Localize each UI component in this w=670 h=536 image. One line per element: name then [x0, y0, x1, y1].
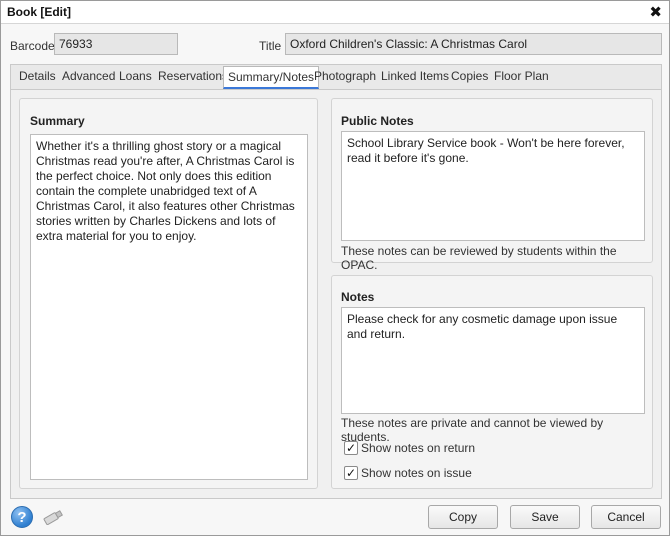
show-on-issue-label: Show notes on issue	[361, 466, 472, 480]
tab-advanced[interactable]: Advanced	[62, 69, 115, 83]
tab-content-summary-notes: Summary Whether it's a thrilling ghost s…	[10, 89, 662, 499]
title-field[interactable]: Oxford Children's Classic: A Christmas C…	[285, 33, 662, 55]
summary-group: Summary Whether it's a thrilling ghost s…	[19, 98, 318, 489]
usb-drive-icon[interactable]	[41, 509, 65, 525]
public-notes-hint: These notes can be reviewed by students …	[341, 244, 617, 272]
question-circle-icon[interactable]: ?	[11, 506, 33, 528]
tab-reservations[interactable]: Reservations	[158, 69, 228, 83]
notes-group: Notes Please check for any cosmetic dama…	[331, 275, 653, 489]
copy-button[interactable]: Copy	[428, 505, 498, 529]
close-icon[interactable]: ✖	[649, 3, 662, 21]
tab-copies[interactable]: Copies	[451, 69, 488, 83]
tab-strip: Details Advanced Loans Reservations Summ…	[10, 64, 662, 89]
public-notes-title: Public Notes	[341, 114, 414, 128]
notes-hint: These notes are private and cannot be vi…	[341, 416, 604, 444]
cancel-button[interactable]: Cancel	[591, 505, 661, 529]
barcode-label: Barcode	[10, 39, 55, 53]
barcode-field[interactable]: 76933	[54, 33, 178, 55]
show-on-return-label: Show notes on return	[361, 441, 476, 455]
summary-title: Summary	[30, 114, 85, 128]
save-button[interactable]: Save	[510, 505, 580, 529]
title-label: Title	[259, 39, 282, 53]
title-bar: Book [Edit] ✖	[1, 1, 669, 24]
tab-details[interactable]: Details	[19, 69, 56, 83]
window-title: Book [Edit]	[7, 5, 71, 19]
tab-floor-plan[interactable]: Floor Plan	[494, 69, 549, 83]
notes-textarea[interactable]: Please check for any cosmetic damage upo…	[341, 307, 645, 414]
public-notes-group: Public Notes School Library Service book…	[331, 98, 653, 272]
public-notes-textarea[interactable]: School Library Service book - Won't be h…	[341, 131, 645, 241]
book-edit-window: Book [Edit] ✖ Barcode 76933 Title Oxford…	[0, 0, 670, 536]
tab-summary-notes[interactable]: Summary/Notes	[223, 66, 320, 89]
show-on-issue-checkbox[interactable]: ✓	[344, 466, 358, 480]
show-on-return-checkbox[interactable]: ✓	[344, 441, 358, 455]
summary-textarea[interactable]: Whether it's a thrilling ghost story or …	[30, 134, 308, 480]
tab-loans[interactable]: Loans	[119, 69, 152, 83]
tab-photograph[interactable]: Photograph	[314, 69, 376, 83]
tab-linked-items[interactable]: Linked Items	[381, 69, 449, 83]
notes-title: Notes	[341, 290, 375, 304]
